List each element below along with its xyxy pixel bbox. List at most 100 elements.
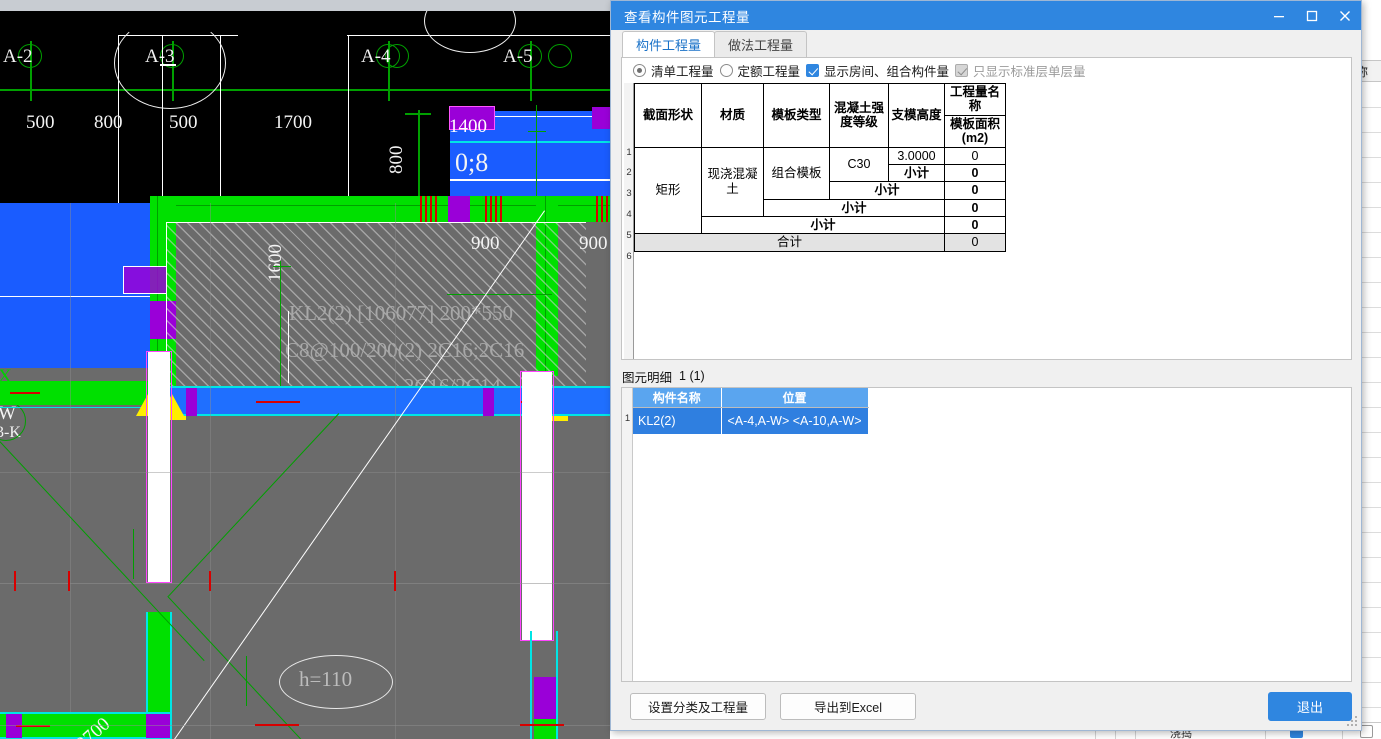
- row-number: 4: [626, 209, 632, 220]
- beam-annotation-1: KL2(2) [106077] 200*550: [289, 301, 513, 325]
- slab-thickness-label: h=110: [299, 667, 353, 691]
- header-concrete-grade: 混凝土强度等级: [829, 83, 889, 148]
- header-template-area: 模板面积(m2): [944, 114, 1006, 148]
- settings-classification-button[interactable]: 设置分类及工程量: [630, 692, 766, 720]
- checkbox-only-standard-label: 只显示标准层单层量: [973, 65, 1086, 79]
- cell-value-row3: 0: [944, 181, 1006, 200]
- grid-line: [70, 203, 71, 739]
- cell-subtotal-template: 小计: [763, 198, 945, 218]
- cell-subtotal-material: 小计: [701, 215, 945, 235]
- radio-qingdan[interactable]: 清单工程量: [633, 61, 714, 80]
- column-marker: [146, 714, 170, 738]
- radio-qingdan-icon: [633, 64, 646, 77]
- column-green: [534, 719, 556, 739]
- rebar-line: [10, 392, 40, 394]
- checkbox-only-standard: 只显示标准层单层量: [955, 61, 1086, 80]
- checkbox-show-room[interactable]: 显示房间、组合构件量: [806, 61, 949, 80]
- close-icon[interactable]: [1328, 1, 1361, 30]
- detail-header-row: 构件名称 位置: [633, 388, 869, 408]
- header-template-type: 模板类型: [763, 83, 830, 148]
- rebar-tick: [209, 571, 211, 591]
- detail-cell-name: KL2(2): [633, 407, 722, 434]
- column-edge: [530, 631, 532, 739]
- axis-label-a5: A-5: [503, 46, 533, 67]
- cell-total-label: 合计: [634, 233, 945, 252]
- dialog-footer: 设置分类及工程量 导出到Excel 退出: [611, 682, 1361, 730]
- header-quantity-name: 工程量名称: [944, 83, 1006, 116]
- dim-800-vertical: 800: [386, 145, 407, 175]
- tab-strip: 构件工程量 做法工程量: [611, 30, 1361, 57]
- column-outline: [520, 371, 554, 641]
- rebar-tick: [500, 196, 502, 222]
- radio-dinge[interactable]: 定额工程量: [719, 61, 800, 80]
- beam-annotation-2: C8@100/200(2) 2C16;2C16: [285, 338, 525, 362]
- beam-edge-cyan: [0, 712, 170, 714]
- dim-tick: [273, 266, 291, 268]
- grid-line: [0, 472, 610, 473]
- dialog-titlebar[interactable]: 查看构件图元工程量: [611, 1, 1361, 30]
- top-toolbar-strip: [0, 0, 610, 11]
- axis-label-a4: A-4: [361, 46, 391, 67]
- maximize-icon[interactable]: [1295, 1, 1328, 30]
- slab-region-left2: [0, 288, 150, 368]
- dim-500-a: 500: [26, 112, 55, 133]
- grid-line: [395, 203, 396, 739]
- slab-outline: [166, 222, 586, 224]
- checkbox-show-room-icon: [806, 64, 820, 77]
- rebar-tick: [435, 196, 437, 222]
- construction-line: [348, 35, 349, 205]
- minimize-icon[interactable]: [1262, 1, 1295, 30]
- cell-value-row5: 0: [944, 215, 1006, 235]
- radio-dinge-icon: [719, 64, 733, 77]
- label-0-8: 0;8: [455, 148, 489, 177]
- rebar-tick: [68, 571, 70, 591]
- table-total-row[interactable]: 合计 0: [634, 233, 1006, 252]
- detail-column-name: 构件名称: [633, 388, 722, 408]
- row-number: 3: [626, 188, 632, 199]
- dim-leader: [418, 110, 420, 206]
- detail-row-number: 1: [624, 413, 631, 424]
- detail-row-selected[interactable]: KL2(2) <A-4,A-W> <A-10,A-W>: [633, 407, 869, 434]
- tab-component-volume[interactable]: 构件工程量: [622, 31, 716, 57]
- cell-value-total: 0: [944, 233, 1006, 252]
- dim-500-b: 500: [169, 112, 198, 133]
- row-number: 2: [626, 167, 632, 178]
- rebar-tick: [601, 196, 603, 222]
- resize-grip[interactable]: [1347, 716, 1358, 727]
- detail-grid-panel[interactable]: 1 构件名称 位置 KL2(2) <A-4,A-W> <A-10,A-W>: [621, 387, 1352, 682]
- dim-leader: [288, 311, 290, 383]
- column-marker: [534, 677, 556, 719]
- column-marker: [483, 388, 494, 416]
- window-buttons: [1262, 1, 1361, 30]
- volume-dialog: 查看构件图元工程量 构件工程量 做法工程量 清单工程量 定额工程量 显示房间、组…: [610, 0, 1362, 731]
- header-section-shape: 截面形状: [634, 83, 702, 148]
- volume-table-wrapper[interactable]: 1 2 3 4 5 6 截面形状 材质 模板类型 混凝土强度等级 支模高度 工程…: [622, 83, 1351, 359]
- row-number: 5: [626, 230, 632, 241]
- volume-panel: 清单工程量 定额工程量 显示房间、组合构件量 只显示标准层单层量 1 2 3 4…: [621, 57, 1352, 360]
- column-outline: [146, 351, 172, 583]
- cell-material: 现浇混凝土: [701, 146, 764, 217]
- slab-line: [0, 296, 150, 298]
- rebar-tick: [425, 196, 427, 222]
- export-excel-button[interactable]: 导出到Excel: [780, 692, 916, 720]
- table-row[interactable]: 矩形 现浇混凝土 组合模板 C30 3.0000 0: [634, 146, 1006, 235]
- checkbox-show-room-label: 显示房间、组合构件量: [824, 65, 950, 79]
- axis-line: [536, 105, 538, 205]
- rebar-line: [520, 724, 564, 726]
- slab-line: [450, 179, 610, 181]
- dim-1400: 1400: [449, 116, 487, 137]
- header-material: 材质: [701, 83, 764, 148]
- rebar-line: [255, 724, 299, 726]
- table-header-row: 截面形状 材质 模板类型 混凝土强度等级 支模高度 工程量名称: [634, 83, 1006, 148]
- tab-method-volume[interactable]: 做法工程量: [714, 31, 808, 57]
- exit-button[interactable]: 退出: [1268, 691, 1352, 721]
- dim-1700: 1700: [274, 112, 312, 133]
- detail-column-position: 位置: [721, 388, 869, 408]
- slab-cross: [246, 656, 248, 706]
- cad-drawing-canvas[interactable]: A-2 A-3 A-4 A-5 500 800 500 1700 800 140…: [0, 11, 610, 739]
- detail-row-gutter: [622, 388, 633, 681]
- axis-line-horizontal: [0, 89, 610, 91]
- cell-value-row4: 0: [944, 198, 1006, 218]
- cell-value-row1: 0: [944, 146, 1006, 165]
- detail-count: 1 (1): [679, 369, 705, 383]
